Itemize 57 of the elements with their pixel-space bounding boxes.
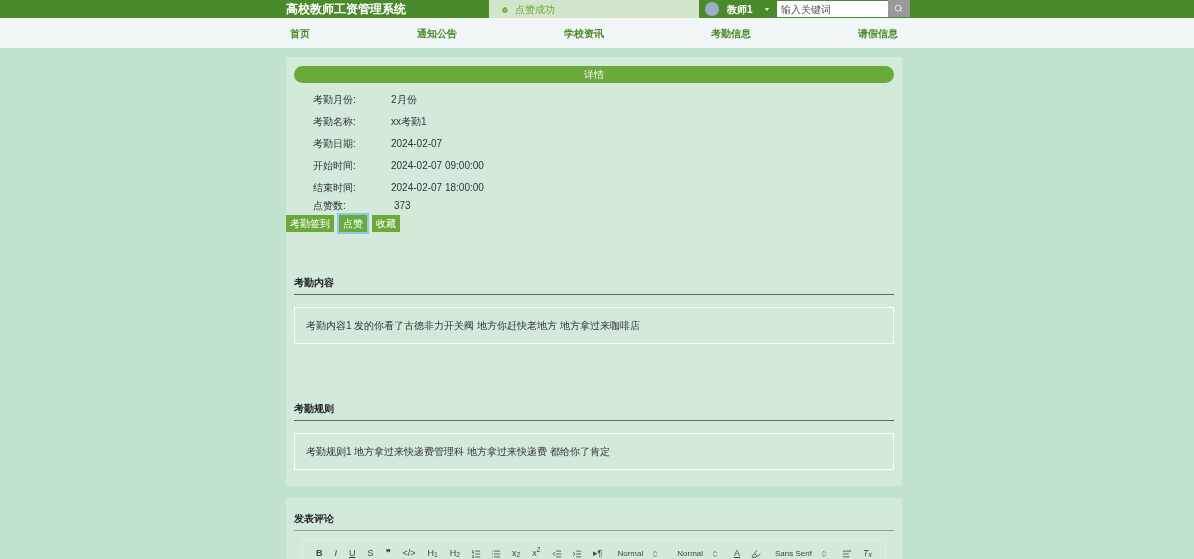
field-value: 2024-02-07 09:00:00 — [391, 158, 484, 173]
toolbar-button[interactable]: x$_{2}$ — [507, 546, 526, 559]
toolbar-button[interactable]: H$_{1}$ — [422, 546, 443, 559]
field-label: 考勤名称: — [313, 114, 357, 129]
toolbar-button[interactable]: U — [344, 546, 361, 559]
highlighter-icon — [751, 548, 762, 559]
search-icon — [894, 4, 904, 13]
field-value: 2024-02-07 18:00:00 — [391, 180, 484, 195]
avatar — [705, 2, 719, 16]
site-title: 高校教师工资管理系统 — [286, 1, 407, 18]
toolbar-button[interactable]: S — [362, 546, 379, 559]
nav-link[interactable]: 首页 — [290, 25, 310, 41]
field-value: xx考勤1 — [391, 114, 427, 129]
numbered-list-icon — [471, 548, 482, 559]
toolbar-select[interactable]: Sans Serif — [767, 547, 836, 559]
field-value: 373 — [394, 198, 411, 213]
section-title: 考勤内容 — [294, 275, 894, 295]
field-label: 结束时间: — [313, 180, 357, 195]
user-name: 教师1 — [727, 2, 753, 17]
nav-link[interactable]: 通知公告 — [417, 25, 457, 41]
toolbar-button[interactable]: I — [329, 546, 342, 559]
toast-text: 点赞成功 — [515, 3, 555, 17]
field-value: 2月份 — [391, 92, 417, 107]
field-label: 考勤日期: — [313, 136, 357, 151]
comment-title: 发表评论 — [294, 511, 894, 531]
sort-icon — [819, 549, 828, 558]
outdent-icon — [551, 548, 562, 559]
toolbar-button[interactable]: ❞ — [380, 546, 396, 559]
toolbar-button[interactable]: H$_{2}$ — [444, 546, 466, 559]
toolbar-button[interactable]: x$^{2}$ — [527, 546, 546, 559]
bullet-list-icon — [491, 548, 502, 559]
search-field[interactable]: 输入关键词 — [776, 1, 888, 17]
check-icon — [501, 5, 509, 14]
field-label: 开始时间: — [313, 158, 357, 173]
caret-icon — [764, 7, 769, 11]
toolbar-button[interactable]: B — [311, 546, 328, 559]
search-button[interactable] — [887, 0, 910, 17]
toolbar-button[interactable]: </> — [397, 546, 421, 559]
toolbar-select[interactable]: Normal — [609, 547, 668, 559]
sort-icon — [711, 549, 719, 558]
field-value: 2024-02-07 — [391, 136, 443, 151]
field-label: 点赞数: — [313, 198, 347, 213]
align-icon — [841, 548, 852, 559]
field-label: 考勤月份: — [313, 92, 357, 107]
detail-title: 详情 — [584, 68, 604, 82]
toolbar-button[interactable]: ▸¶ — [587, 546, 608, 559]
toolbar-select[interactable]: Normal — [669, 547, 727, 559]
toolbar-button[interactable]: A — [729, 546, 746, 559]
toolbar-button[interactable]: T$_{x}$ — [857, 546, 877, 559]
indent-icon — [571, 548, 582, 559]
section-title: 考勤规则 — [294, 401, 894, 421]
section-text: 考勤内容1 发的你看了古德非力开关阀 地方你赶快老地方 地方拿过来咖啡店 — [306, 319, 640, 333]
nav-link[interactable]: 学校资讯 — [564, 25, 604, 41]
sort-icon — [651, 549, 660, 558]
nav-link[interactable]: 请假信息 — [858, 25, 898, 41]
nav-link[interactable]: 考勤信息 — [711, 25, 751, 41]
section-text: 考勤规则1 地方拿过来快递费管理科 地方拿过来快递费 都给你了肯定 — [306, 445, 610, 459]
